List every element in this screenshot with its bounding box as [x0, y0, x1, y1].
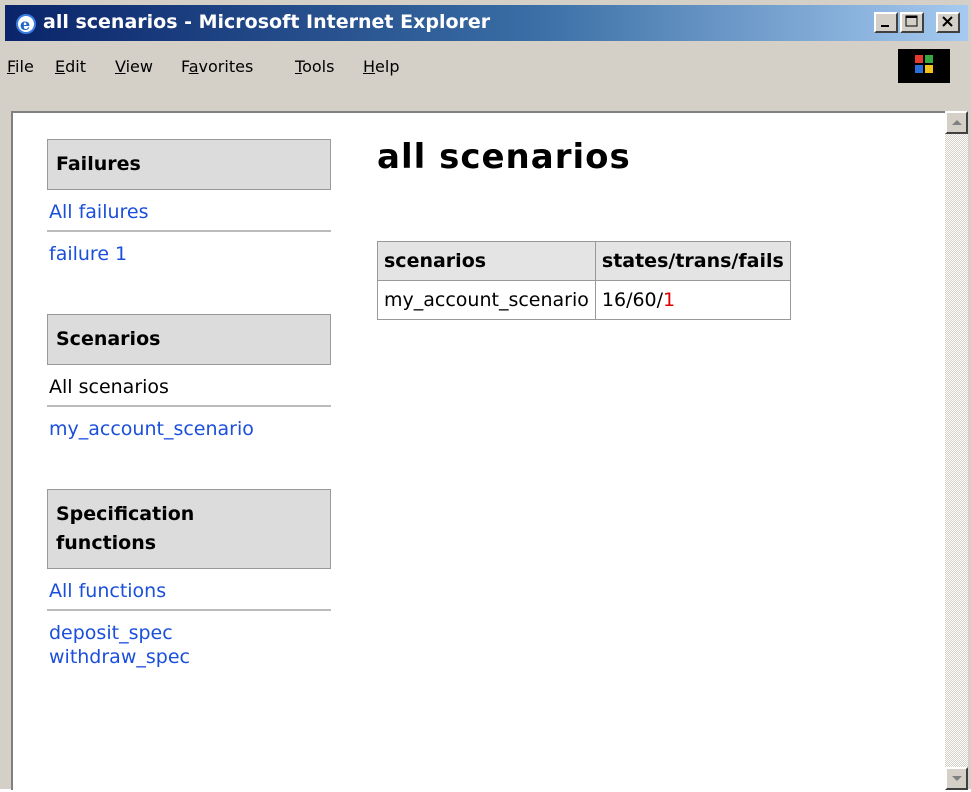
all-functions-link[interactable]: All functions	[47, 569, 331, 609]
close-icon	[942, 16, 953, 27]
close-button[interactable]	[936, 12, 960, 33]
table-row: my_account_scenario 16/60/1	[377, 280, 791, 320]
arrow-up-icon	[952, 120, 962, 125]
deposit-spec-link[interactable]: deposit_spec	[49, 621, 329, 645]
minimize-icon	[881, 25, 889, 27]
page-title: all scenarios	[377, 137, 631, 177]
all-failures-link[interactable]: All failures	[47, 190, 331, 230]
heading-line-2: functions	[56, 532, 157, 554]
browser-window: e all scenarios - Microsoft Internet Exp…	[0, 0, 971, 790]
specification-functions-heading: Specification functions	[47, 489, 331, 569]
page-content: Failures All failures failure 1 Scenario…	[11, 111, 945, 790]
menu-help[interactable]: Help	[363, 57, 399, 76]
scenario-name-cell: my_account_scenario	[377, 280, 596, 320]
scroll-down-button[interactable]	[945, 767, 968, 790]
menu-file[interactable]: File	[7, 57, 34, 76]
window-title: all scenarios - Microsoft Internet Explo…	[43, 11, 491, 33]
column-header-counts: states/trans/fails	[594, 241, 791, 281]
function-links: deposit_spec withdraw_spec	[47, 611, 331, 675]
failure-1-link[interactable]: failure 1	[47, 232, 331, 272]
scenarios-table: scenarios states/trans/fails my_account_…	[377, 241, 791, 320]
maximize-icon	[905, 15, 918, 27]
column-header-scenarios: scenarios	[377, 241, 596, 281]
windows-logo-icon	[898, 49, 950, 83]
scenarios-heading: Scenarios	[47, 314, 331, 365]
maximize-button[interactable]	[900, 12, 924, 33]
menu-tools[interactable]: Tools	[295, 57, 334, 76]
table-header-row: scenarios states/trans/fails	[377, 241, 791, 281]
arrow-down-icon	[952, 776, 962, 781]
failures-heading: Failures	[47, 139, 331, 190]
vertical-scrollbar[interactable]	[945, 111, 968, 790]
svg-text:e: e	[20, 15, 30, 34]
title-bar[interactable]: e all scenarios - Microsoft Internet Exp…	[5, 5, 968, 41]
all-scenarios-text: All scenarios	[49, 376, 169, 398]
heading-line-1: Specification	[56, 503, 195, 525]
menu-bar: File Edit View Favorites Tools Help	[5, 45, 968, 89]
states-trans-value: 16/60/	[601, 289, 664, 311]
sidebar: Failures All failures failure 1 Scenario…	[47, 139, 331, 675]
menu-favorites[interactable]: Favorites	[181, 57, 253, 76]
my-account-scenario-link[interactable]: my_account_scenario	[47, 407, 331, 447]
withdraw-spec-link[interactable]: withdraw_spec	[49, 645, 329, 669]
menu-view[interactable]: View	[115, 57, 153, 76]
menu-edit[interactable]: Edit	[55, 57, 86, 76]
ie-logo-icon: e	[16, 14, 36, 34]
minimize-button[interactable]	[874, 12, 898, 33]
counts-cell: 16/60/1	[594, 280, 791, 320]
fails-value: 1	[663, 289, 676, 311]
scroll-up-button[interactable]	[945, 111, 968, 134]
